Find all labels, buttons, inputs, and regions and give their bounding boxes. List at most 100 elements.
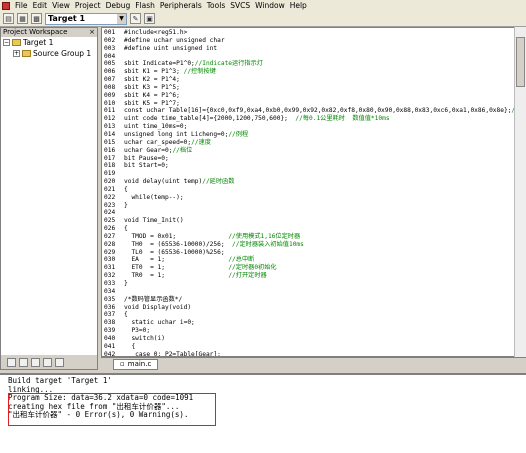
line-number: 041 xyxy=(104,342,116,350)
code-line[interactable]: 003 #define uint unsigned int xyxy=(104,45,525,53)
code-line[interactable]: 037 { xyxy=(104,311,525,319)
file-icon: ▫ xyxy=(120,359,125,368)
code-line[interactable]: 013 uint time_10ms=0; xyxy=(104,123,525,131)
workspace-title-bar: Project Workspace × xyxy=(1,28,97,37)
line-number: 033 xyxy=(104,280,116,287)
menu-peripherals[interactable]: Peripherals xyxy=(160,1,202,11)
build-icon[interactable]: ▦ xyxy=(17,13,28,24)
menu-file[interactable]: File xyxy=(15,1,28,11)
code-source: const uchar Table[16]={0xc0,0xf9,0xa4,0x… xyxy=(124,107,512,115)
code-line[interactable]: 025 void Time_Init() xyxy=(104,217,525,225)
tree-target-label: Target 1 xyxy=(23,38,54,47)
code-line[interactable]: 006 sbit K1 = P1^3; //控制按键 xyxy=(104,68,525,76)
code-source: uchar car_speed=0; xyxy=(124,138,192,146)
code-line[interactable]: 022 while(temp--); xyxy=(104,193,525,202)
code-line[interactable]: 031 ET0 = 1; //定时器0初始化 xyxy=(104,264,525,272)
code-line[interactable]: 012 uint code time_table[4]={2000,1200,75… xyxy=(104,115,525,123)
code-source: sbit K2 = P1^4; xyxy=(124,76,180,84)
code-line[interactable]: 033} xyxy=(104,280,525,288)
menu-window[interactable]: Window xyxy=(255,1,285,11)
line-number: 008 xyxy=(104,83,116,91)
code-line[interactable]: 008 sbit K3 = P1^5; xyxy=(104,83,525,92)
functions-tab-icon[interactable] xyxy=(43,357,52,367)
code-line[interactable]: 023} xyxy=(104,202,525,210)
close-icon[interactable]: × xyxy=(89,28,95,37)
line-number: 037 xyxy=(104,311,116,319)
code-line[interactable]: 035 /*数码管显示函数*/ xyxy=(104,295,525,304)
code-line[interactable]: 020 void delay(uint temp)//延时函数 xyxy=(104,178,525,186)
menu-flash[interactable]: Flash xyxy=(135,1,155,11)
code-editor[interactable]: 001 #include<reg51.h> 002 #define uchar uns… xyxy=(101,27,526,357)
code-line[interactable]: 026 { xyxy=(104,225,525,233)
code-source: sbit K3 = P1^5; xyxy=(124,83,180,91)
regs-tab-icon[interactable] xyxy=(19,357,28,367)
code-source: /*数码管显示函数*/ xyxy=(124,295,183,303)
line-number: 036 xyxy=(104,303,116,311)
code-line[interactable]: 028 TH0 = (65536-10000)/256; //定时器装入初始值1… xyxy=(104,241,525,249)
editor-scrollbar[interactable] xyxy=(514,27,526,357)
options-icon[interactable]: ✎ xyxy=(130,13,141,24)
code-comment: //打开定时器 xyxy=(228,272,267,280)
scrollbar-thumb[interactable] xyxy=(516,37,525,87)
code-source: bit Start=0; xyxy=(124,162,169,170)
line-number: 039 xyxy=(104,327,116,335)
line-number: 016 xyxy=(104,146,116,154)
code-comment: //控制按键 xyxy=(183,68,216,76)
workspace-tabs xyxy=(1,355,97,369)
code-line[interactable]: 034 xyxy=(104,288,525,296)
line-number: 029 xyxy=(104,248,116,256)
code-line[interactable]: 018 bit Start=0; xyxy=(104,162,525,170)
code-line[interactable]: 016 uchar Gear=0;//档位 xyxy=(104,146,525,155)
code-line[interactable]: 039 P3=0; xyxy=(104,327,525,335)
code-source: while(temp--); xyxy=(124,193,184,201)
code-line[interactable]: 019 xyxy=(104,170,525,178)
rebuild-icon[interactable]: ▩ xyxy=(31,13,42,24)
tree-item-target[interactable]: − Target 1 xyxy=(1,37,97,48)
target-select[interactable]: Target 1 ▼ xyxy=(45,12,127,25)
code-line[interactable]: 009 sbit K4 = P1^6; xyxy=(104,91,525,100)
menu-project[interactable]: Project xyxy=(75,1,101,11)
line-number: 022 xyxy=(104,193,116,201)
compile-icon[interactable]: ▤ xyxy=(3,13,14,24)
code-line[interactable]: 001 #include<reg51.h> xyxy=(104,29,525,37)
menu-tools[interactable]: Tools xyxy=(207,1,225,11)
workspace-title: Project Workspace xyxy=(3,28,68,36)
code-line[interactable]: 040 switch(i) xyxy=(104,335,525,343)
code-source: { xyxy=(124,185,128,193)
code-line[interactable]: 041 { xyxy=(104,342,525,351)
menu-edit[interactable]: Edit xyxy=(33,1,48,11)
line-number: 002 xyxy=(104,36,116,44)
code-line[interactable]: 036 void Display(void) xyxy=(104,303,525,312)
line-number: 019 xyxy=(104,170,116,178)
menu-svcs[interactable]: SVCS xyxy=(230,1,250,11)
code-line[interactable]: 024 xyxy=(104,209,525,217)
books-tab-icon[interactable] xyxy=(31,357,40,367)
code-line[interactable]: 007 sbit K2 = P1^4; xyxy=(104,76,525,84)
line-number: 021 xyxy=(104,185,116,193)
code-source: { xyxy=(124,225,128,233)
expand-icon[interactable]: + xyxy=(13,50,20,57)
code-source: sbit K1 = P1^3; xyxy=(124,68,184,76)
code-source: { xyxy=(124,342,136,350)
code-source: sbit K4 = P1^6; xyxy=(124,91,180,99)
code-line[interactable]: 032 TR0 = 1; //打开定时器 xyxy=(104,272,525,280)
files-tab-icon[interactable] xyxy=(7,357,16,367)
code-line[interactable]: 002 #define uchar unsigned char xyxy=(104,36,525,45)
code-line[interactable]: 015 uchar car_speed=0;//速度 xyxy=(104,138,525,147)
tree-item-group[interactable]: + Source Group 1 xyxy=(1,48,97,59)
code-line[interactable]: 014 unsigned long int Licheng=0;//例程 xyxy=(104,131,525,139)
code-line[interactable]: 021 { xyxy=(104,185,525,194)
code-text[interactable]: 001 #include<reg51.h> 002 #define uchar uns… xyxy=(104,29,525,356)
menu-help[interactable]: Help xyxy=(290,1,307,11)
code-line[interactable]: 027 TMOD = 0x01; //使用模式1,16位定时器 xyxy=(104,233,525,241)
code-line[interactable]: 038 static uchar i=0; xyxy=(104,319,525,327)
manage-icon[interactable]: ▣ xyxy=(144,13,155,24)
templates-tab-icon[interactable] xyxy=(55,357,64,367)
menu-debug[interactable]: Debug xyxy=(106,1,131,11)
tab-main-c[interactable]: ▫ main.c xyxy=(113,358,159,370)
line-number: 007 xyxy=(104,76,116,84)
menu-view[interactable]: View xyxy=(52,1,70,11)
code-comment: //每0.1公里耗时 数值值*10ms xyxy=(295,115,390,123)
code-line[interactable]: 017 bit Pause=0; xyxy=(104,155,525,163)
collapse-icon[interactable]: − xyxy=(3,39,10,46)
